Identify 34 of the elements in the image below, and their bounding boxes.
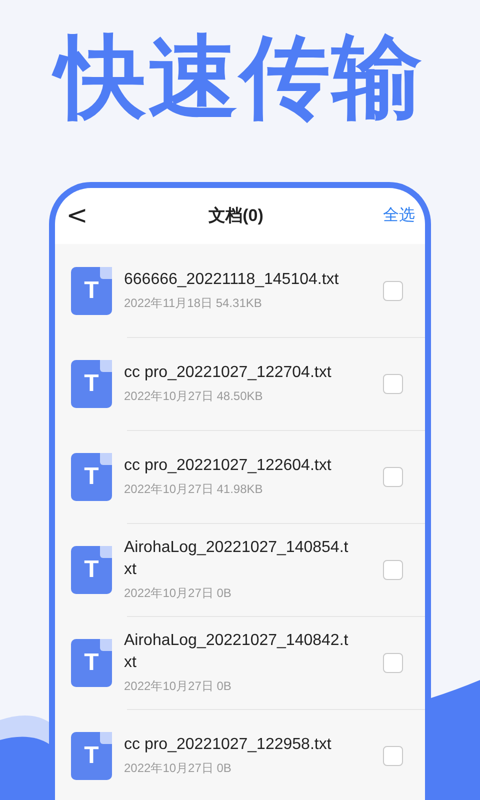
file-name: AirohaLog_20221027_140854.txt [124,538,350,580]
checkbox[interactable] [383,560,403,580]
checkbox[interactable] [383,466,403,486]
checkbox[interactable] [383,374,403,394]
file-row[interactable]: T AirohaLog_20221027_140854.txt 2022年10月27日 0B [55,523,425,616]
file-meta: 2022年10月27日 0B [124,678,232,694]
file-meta: 2022年10月27日 0B [124,584,232,602]
file-meta: 2022年11月18日 54.31KB [124,294,263,312]
file-row[interactable]: T 666666_20221118_145104.txt 2022年11月18日 54.31KB [55,244,425,337]
text-file-icon: T [71,546,112,594]
text-file-icon: T [71,360,112,408]
file-row[interactable]: T AirohaLog_20221027_140842.txt 2022年10月27日 0B [55,616,425,709]
file-row[interactable]: T cc pro_20221027_122704.txt 2022年10月27日 48.50KB [55,337,425,430]
file-name: AirohaLog_20221027_140842.txt [124,630,350,672]
back-button[interactable]: < [65,203,89,229]
checkbox[interactable] [383,280,403,300]
text-file-icon: T [71,638,112,686]
select-all-button[interactable]: 全选 [383,204,415,228]
headline: 快速传输 [46,12,434,144]
checkbox[interactable] [383,652,403,672]
file-meta: 2022年10月27日 0B [124,760,232,776]
checkbox[interactable] [383,746,403,766]
file-name: cc pro_20221027_122704.txt [124,362,332,382]
text-file-icon: T [71,732,112,780]
file-name: cc pro_20221027_122958.txt [124,734,332,754]
file-name: 666666_20221118_145104.txt [124,270,340,290]
file-meta: 2022年10月27日 41.98KB [124,480,264,498]
text-file-icon: T [71,452,112,500]
text-file-icon: T [71,266,112,314]
file-row[interactable]: T cc pro_20221027_122958.txt 2022年10月27日 0B [55,709,425,800]
screen-title: 文档(0) [208,205,264,228]
file-name: cc pro_20221027_122604.txt [124,456,332,476]
file-meta: 2022年10月27日 48.50KB [124,388,264,404]
file-row[interactable]: T cc pro_20221027_122604.txt 2022年10月27日 41.98KB [55,430,425,523]
